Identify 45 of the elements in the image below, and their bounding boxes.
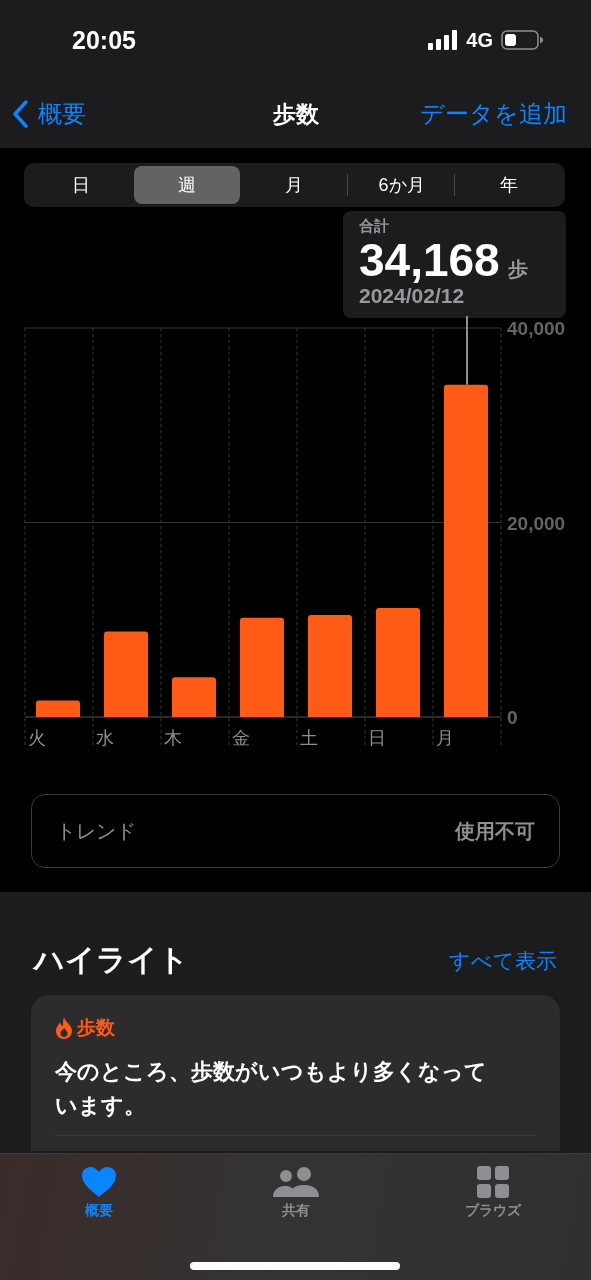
network-label: 4G <box>466 28 493 52</box>
battery-icon <box>501 30 543 50</box>
axis-label: 水 <box>96 728 114 748</box>
axis-label: 0 <box>507 707 518 728</box>
back-button[interactable]: 概要 <box>12 98 86 130</box>
segment-tab[interactable]: 年 <box>455 166 562 204</box>
segment-tab[interactable]: 日 <box>27 166 134 204</box>
section-title: ハイライト <box>34 942 189 978</box>
axis-label: 金 <box>232 728 250 748</box>
axis-label: 20,000 <box>507 512 566 534</box>
heart-icon <box>80 1166 117 1198</box>
bar <box>172 677 216 717</box>
tab-bar-item[interactable]: 共有 <box>197 1166 394 1220</box>
see-all-link[interactable]: すべて表示 <box>449 946 557 975</box>
trend-value: 使用不可 <box>455 818 535 844</box>
nav-title: 歩数 <box>272 100 319 127</box>
highlight-text: 今のところ、歩数がいつもより多くなっています。 <box>55 1058 488 1121</box>
summary-date: 2024/02/12 <box>359 284 466 309</box>
bar <box>36 700 80 717</box>
grid-icon <box>476 1166 509 1198</box>
axis-label: 火 <box>28 728 46 748</box>
add-data-link[interactable]: データを追加 <box>420 98 567 130</box>
segment-tab[interactable]: 月 <box>240 166 347 204</box>
axis-label: 木 <box>164 728 182 748</box>
selection-line <box>466 316 468 386</box>
tab-bar-item[interactable]: ブラウズ <box>394 1166 591 1220</box>
signal-icon <box>428 30 459 50</box>
people-icon <box>271 1166 320 1198</box>
summary-value: 34,168 <box>359 236 500 285</box>
trend-label: トレンド <box>56 818 137 844</box>
summary-label: 合計 <box>359 217 390 236</box>
status-time: 20:05 <box>72 25 137 55</box>
tab-bar-item[interactable]: 概要 <box>0 1166 197 1220</box>
back-chevron-icon <box>12 100 28 128</box>
axis-label: 土 <box>300 728 318 748</box>
flame-icon <box>55 1017 73 1039</box>
highlight-category: 歩数 <box>77 1016 115 1040</box>
summary-unit: 歩 <box>507 257 528 282</box>
segment-tab[interactable]: 6か月 <box>347 166 455 204</box>
highlight-card[interactable]: 歩数 今のところ、歩数がいつもより多くなっています。 <box>31 995 560 1151</box>
axis-label: 月 <box>436 728 454 748</box>
trend-row[interactable]: トレンド 使用不可 <box>31 794 560 868</box>
segment-tab[interactable]: 週 <box>133 166 241 204</box>
axis-label: 40,000 <box>507 318 566 339</box>
axis-label: 日 <box>368 728 386 748</box>
